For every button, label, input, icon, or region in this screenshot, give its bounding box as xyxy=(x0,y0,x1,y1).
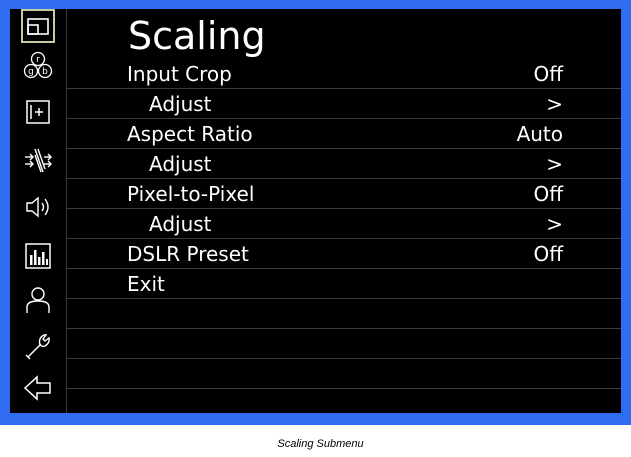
menu-row-input-crop[interactable]: Input Crop Off xyxy=(67,59,621,89)
menu-row-value: > xyxy=(546,212,563,236)
input-routing-icon[interactable] xyxy=(23,145,53,175)
menu-row-value: Auto xyxy=(516,122,563,146)
overlay-icon[interactable] xyxy=(23,97,53,127)
menu-row-empty xyxy=(67,359,621,389)
menu-row-input-crop-adjust[interactable]: Adjust > xyxy=(67,89,621,119)
menu-row-label: Adjust xyxy=(149,212,212,236)
menu-row-value: > xyxy=(546,152,563,176)
rgb-letter-r: r xyxy=(36,55,40,65)
back-arrow-icon[interactable] xyxy=(23,373,53,403)
menu-row-label: Exit xyxy=(127,272,165,296)
rgb-letter-g: g xyxy=(28,67,34,77)
color-rgb-icon[interactable]: r g b xyxy=(23,51,53,81)
monitor-frame: r g b Scaling Input Crop Off Adjust > As… xyxy=(0,0,631,425)
menu-title: Scaling xyxy=(128,14,266,58)
meters-icon[interactable] xyxy=(23,241,53,271)
menu-row-label: Input Crop xyxy=(127,62,232,86)
osd-screen: r g b Scaling Input Crop Off Adjust > As… xyxy=(10,9,621,413)
menu-row-dslr-preset[interactable]: DSLR Preset Off xyxy=(67,239,621,269)
menu-row-pixel-to-pixel[interactable]: Pixel-to-Pixel Off xyxy=(67,179,621,209)
menu-row-value: Off xyxy=(533,62,563,86)
rgb-letter-b: b xyxy=(42,67,48,77)
menu-row-label: Adjust xyxy=(149,92,212,116)
sidebar: r g b xyxy=(10,9,67,413)
menu-row-aspect-ratio[interactable]: Aspect Ratio Auto xyxy=(67,119,621,149)
menu-row-empty xyxy=(67,299,621,329)
scaling-icon[interactable] xyxy=(21,9,55,43)
menu-row-value: Off xyxy=(533,182,563,206)
menu-row-value: > xyxy=(546,92,563,116)
menu-row-pixel-to-pixel-adjust[interactable]: Adjust > xyxy=(67,209,621,239)
menu-list: Input Crop Off Adjust > Aspect Ratio Aut… xyxy=(67,59,621,413)
menu-row-label: Adjust xyxy=(149,152,212,176)
menu-row-label: Aspect Ratio xyxy=(127,122,253,146)
tools-icon[interactable] xyxy=(23,331,53,361)
user-icon[interactable] xyxy=(23,285,53,315)
menu-row-exit[interactable]: Exit xyxy=(67,269,621,299)
menu-row-empty xyxy=(67,389,621,413)
menu-row-aspect-ratio-adjust[interactable]: Adjust > xyxy=(67,149,621,179)
figure-caption: Scaling Submenu xyxy=(277,438,364,450)
menu-row-label: Pixel-to-Pixel xyxy=(127,182,255,206)
menu-row-empty xyxy=(67,329,621,359)
audio-icon[interactable] xyxy=(23,192,53,222)
menu-row-label: DSLR Preset xyxy=(127,242,249,266)
menu-row-value: Off xyxy=(533,242,563,266)
